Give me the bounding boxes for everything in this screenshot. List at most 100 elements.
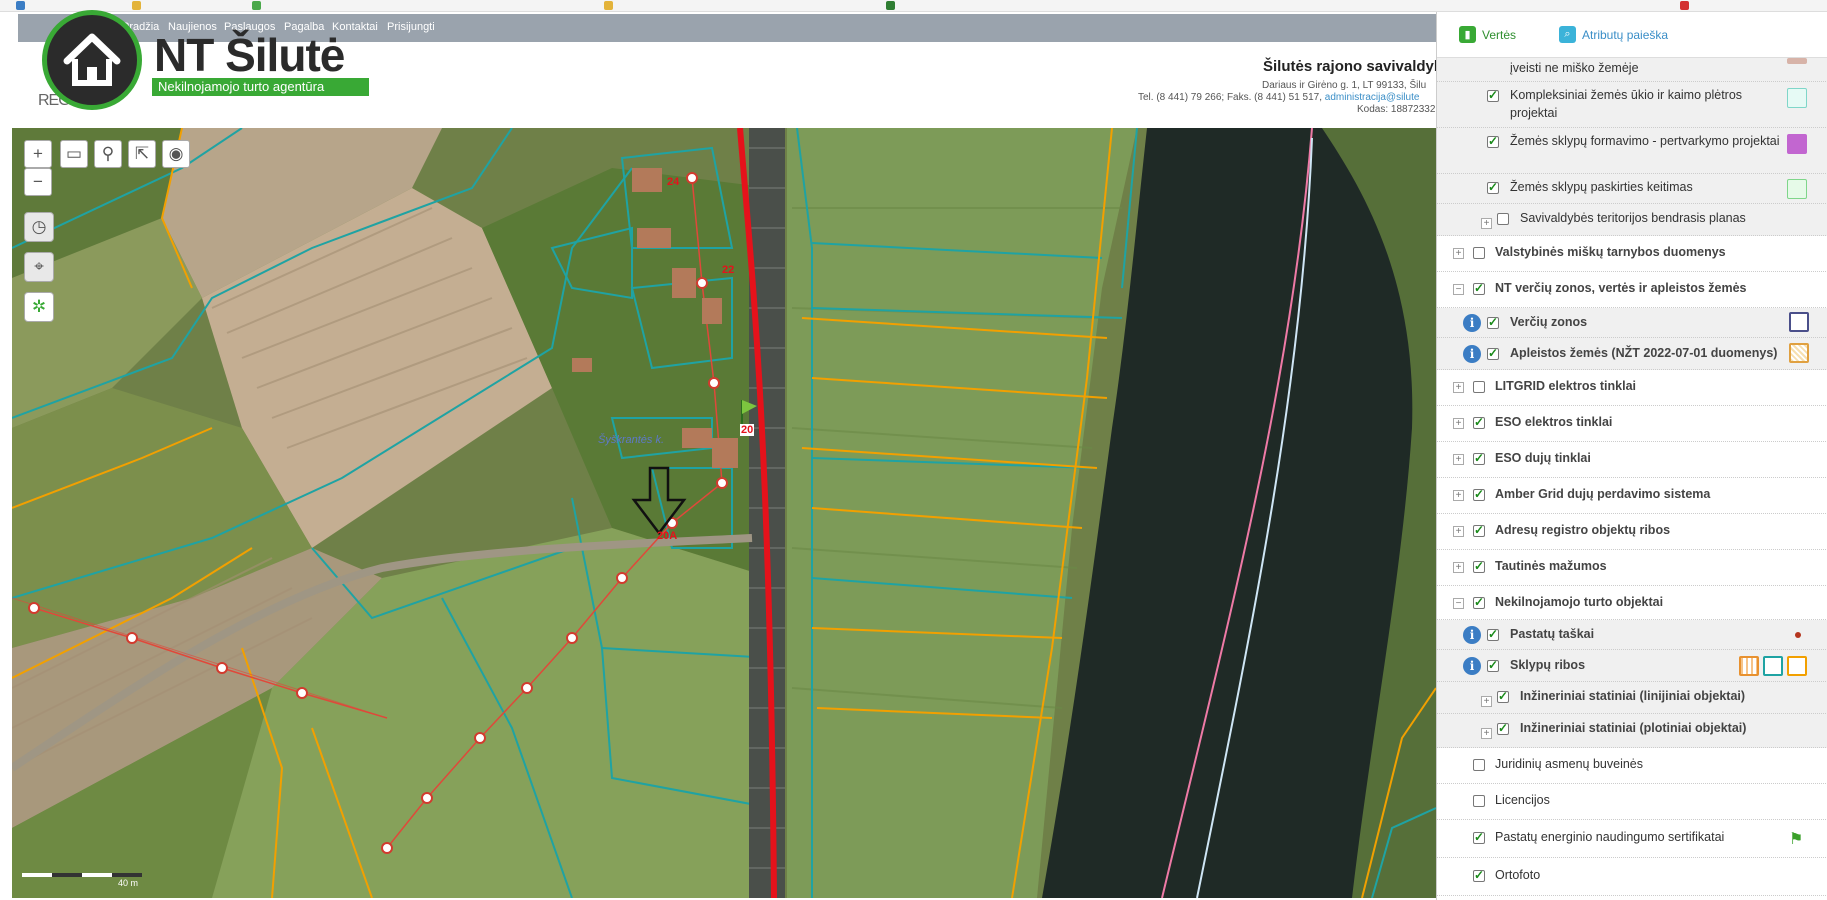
expand-icon[interactable]: + <box>1453 248 1464 259</box>
layer-checkbox[interactable] <box>1487 627 1499 641</box>
bookmark-icon[interactable] <box>16 1 25 10</box>
layer-checkbox[interactable] <box>1473 415 1485 429</box>
layer-checkbox[interactable] <box>1473 451 1485 465</box>
layer-checkbox[interactable] <box>1487 346 1499 360</box>
layer-checkbox[interactable] <box>1473 247 1485 259</box>
layer-label: Juridinių asmenų buveinės <box>1495 757 1644 771</box>
expand-icon[interactable]: + <box>1481 218 1492 229</box>
layer-checkbox[interactable] <box>1473 487 1485 501</box>
layer-checkbox[interactable] <box>1473 868 1485 882</box>
layer-row[interactable]: i Apleistos žemės (NŽT 2022-07-01 duomen… <box>1437 338 1827 370</box>
map-pin-icon[interactable]: ⚲ <box>94 140 122 168</box>
info-icon[interactable]: i <box>1463 345 1481 363</box>
measure-icon[interactable]: ▭ <box>60 140 88 168</box>
layer-row[interactable]: Žemės sklypų paskirties keitimas <box>1437 174 1827 204</box>
bookmark-icon[interactable] <box>132 1 141 10</box>
expand-icon[interactable]: + <box>1481 728 1492 739</box>
tab-attribute-search[interactable]: ⌕ Atributų paieška <box>1559 26 1668 43</box>
layer-label: Pastatų taškai <box>1510 627 1595 641</box>
brand-logo[interactable]: NT Šilutė Nekilnojamojo turto agentūra <box>14 10 369 110</box>
layer-label: Adresų registro objektų ribos <box>1495 523 1671 537</box>
layer-checkbox[interactable] <box>1487 315 1499 329</box>
municipality-email-link[interactable]: administracija@silute <box>1325 92 1420 103</box>
layer-checkbox[interactable] <box>1487 180 1499 194</box>
info-icon[interactable]: i <box>1463 314 1481 332</box>
layer-label: Kompleksiniai žemės ūkio ir kaimo plėtro… <box>1510 88 1743 120</box>
info-icon[interactable]: i <box>1463 626 1481 644</box>
layer-checkbox[interactable] <box>1487 88 1499 102</box>
layer-checkbox[interactable] <box>1497 721 1509 735</box>
tab-values[interactable]: ▮ Vertės <box>1459 26 1516 43</box>
layer-row[interactable]: + Inžineriniai statiniai (linijiniai obj… <box>1437 682 1827 714</box>
layer-checkbox[interactable] <box>1473 559 1485 573</box>
expand-icon[interactable]: + <box>1453 382 1464 393</box>
layer-checkbox[interactable] <box>1473 281 1485 295</box>
layers-toggle-icon[interactable]: ✲ <box>24 292 54 322</box>
layer-checkbox[interactable] <box>1473 523 1485 537</box>
expand-icon[interactable]: + <box>1453 526 1464 537</box>
expand-icon[interactable]: + <box>1453 562 1464 573</box>
layer-label: Sklypų ribos <box>1510 658 1586 672</box>
nav-item-login[interactable]: Prisijungti <box>387 21 435 33</box>
municipality-address: Dariaus ir Girėno g. 1, LT 99133, Šilu <box>1262 80 1427 91</box>
collapse-icon[interactable]: − <box>1453 598 1464 609</box>
layer-checkbox[interactable] <box>1473 830 1485 844</box>
home-logo-icon <box>42 10 142 110</box>
layer-checkbox[interactable] <box>1473 795 1485 807</box>
expand-icon[interactable]: + <box>1453 490 1464 501</box>
layer-row[interactable]: Kompleksiniai žemės ūkio ir kaimo plėtro… <box>1437 82 1827 128</box>
bookmark-icon[interactable] <box>886 1 895 10</box>
history-icon[interactable]: ◷ <box>24 212 54 242</box>
layer-group-row[interactable]: − NT verčių zonos, vertės ir apleistos ž… <box>1437 272 1827 308</box>
layer-legend-swatch <box>1763 656 1783 676</box>
bookmark-icon[interactable] <box>252 1 261 10</box>
layer-group-row[interactable]: + Tautinės mažumos <box>1437 550 1827 586</box>
panel-tabs: ▮ Vertės ⌕ Atributų paieška <box>1437 12 1827 58</box>
bookmark-icon[interactable] <box>1680 1 1689 10</box>
layer-checkbox[interactable] <box>1473 595 1485 609</box>
layer-checkbox[interactable] <box>1487 134 1499 148</box>
search-icon: ⌕ <box>1559 26 1576 43</box>
layer-row[interactable]: + Inžineriniai statiniai (plotiniai obje… <box>1437 714 1827 748</box>
layer-legend-swatch <box>1787 656 1807 676</box>
map-canvas[interactable]: 24 22 20 20A Šyškrantės k. + − ▭ ⚲ ⇱ ◉ ◷… <box>12 128 1436 898</box>
layer-group-row[interactable]: + ESO dujų tinklai <box>1437 442 1827 478</box>
expand-icon[interactable]: + <box>1453 454 1464 465</box>
layer-checkbox[interactable] <box>1497 213 1509 225</box>
layer-label: ESO dujų tinklai <box>1495 451 1591 465</box>
zoom-out-button[interactable]: − <box>24 168 52 196</box>
zoom-in-button[interactable]: + <box>24 140 52 168</box>
layer-checkbox[interactable] <box>1497 689 1509 703</box>
layer-row[interactable]: i Verčių zonos <box>1437 308 1827 338</box>
flag-icon: ⚑ <box>1789 831 1804 848</box>
layer-group-row[interactable]: Pastatų energinio naudingumo sertifikata… <box>1437 820 1827 858</box>
layer-group-row[interactable]: + Amber Grid dujų perdavimo sistema <box>1437 478 1827 514</box>
collapse-icon[interactable]: − <box>1453 284 1464 295</box>
layer-row[interactable]: įveisti ne miško žemėje <box>1437 58 1827 82</box>
bookmark-icon[interactable] <box>604 1 613 10</box>
info-icon[interactable]: i <box>1463 657 1481 675</box>
layer-row[interactable]: i Sklypų ribos <box>1437 650 1827 682</box>
layer-group-row[interactable]: + ESO elektros tinklai <box>1437 406 1827 442</box>
layer-row[interactable]: + Savivaldybės teritorijos bendrasis pla… <box>1437 204 1827 236</box>
layer-checkbox[interactable] <box>1473 759 1485 771</box>
layer-group-row[interactable]: Ortofoto <box>1437 858 1827 896</box>
plot-number-label: 24 <box>667 176 680 188</box>
layer-legend-swatch <box>1787 58 1807 64</box>
layer-group-row[interactable]: Licencijos <box>1437 784 1827 820</box>
layer-row[interactable]: Žemės sklypų formavimo - pertvarkymo pro… <box>1437 128 1827 174</box>
layer-group-row[interactable]: + Adresų registro objektų ribos <box>1437 514 1827 550</box>
layer-label: Tautinės mažumos <box>1495 559 1607 573</box>
expand-icon[interactable]: + <box>1481 696 1492 707</box>
crosshair-icon[interactable]: ⌖ <box>24 252 54 282</box>
layer-checkbox[interactable] <box>1473 381 1485 393</box>
share-icon[interactable]: ⇱ <box>128 140 156 168</box>
layer-row[interactable]: i Pastatų taškai <box>1437 620 1827 650</box>
layer-group-row[interactable]: − Nekilnojamojo turto objektai <box>1437 586 1827 620</box>
expand-icon[interactable]: + <box>1453 418 1464 429</box>
layer-checkbox[interactable] <box>1487 658 1499 672</box>
layer-group-row[interactable]: + Valstybinės miškų tarnybos duomenys <box>1437 236 1827 272</box>
layer-group-row[interactable]: + LITGRID elektros tinklai <box>1437 370 1827 406</box>
layer-group-row[interactable]: Juridinių asmenų buveinės <box>1437 748 1827 784</box>
locate-icon[interactable]: ◉ <box>162 140 190 168</box>
